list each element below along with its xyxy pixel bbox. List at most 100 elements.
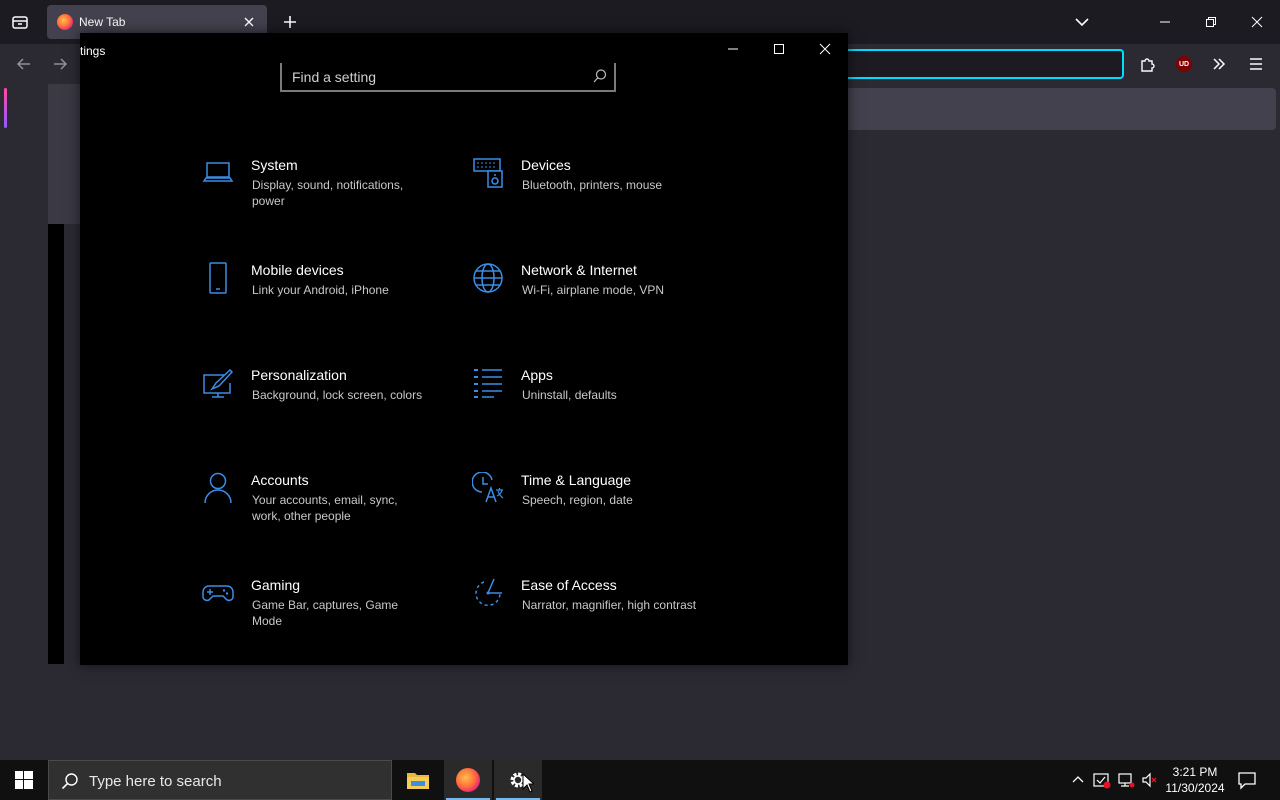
gamepad-icon: [202, 585, 234, 602]
app-menu-button[interactable]: [1244, 52, 1268, 76]
notification-icon: [1238, 772, 1256, 790]
keyboard-speaker-icon: [473, 158, 503, 188]
tray-volume-button[interactable]: [1140, 770, 1160, 790]
category-network-internet[interactable]: Network & Internet Wi-Fi, airplane mode,…: [472, 262, 722, 342]
category-ease-of-access[interactable]: Ease of Access Narrator, magnifier, high…: [472, 577, 722, 657]
category-accounts[interactable]: Accounts Your accounts, email, sync, wor…: [202, 472, 452, 552]
background-window-panel: [48, 224, 64, 664]
taskbar: Type here to search 3:21 PM 11/30/2024: [0, 760, 1280, 800]
category-name: Gaming: [251, 577, 301, 593]
category-description: Wi-Fi, airplane mode, VPN: [522, 283, 665, 297]
tray-security-button[interactable]: [1092, 770, 1112, 790]
browser-restore-button[interactable]: [1188, 0, 1234, 44]
taskbar-clock[interactable]: 3:21 PM 11/30/2024: [1162, 764, 1228, 796]
network-icon: [1118, 773, 1135, 788]
folder-icon: [407, 773, 429, 789]
category-personalization[interactable]: Personalization Background, lock screen,…: [202, 367, 452, 447]
back-button[interactable]: [12, 52, 36, 76]
category-time-language[interactable]: Time & Language Speech, region, date: [472, 472, 722, 552]
start-button[interactable]: [0, 760, 48, 800]
back-arrow-icon: [16, 58, 30, 70]
settings-maximize-button[interactable]: [756, 33, 802, 65]
category-description: Display, sound, notifications, power: [252, 178, 404, 208]
category-description: Narrator, magnifier, high contrast: [522, 598, 697, 612]
extensions-button[interactable]: [1136, 52, 1160, 76]
browser-minimize-button[interactable]: [1142, 0, 1188, 44]
category-name: Accounts: [251, 472, 309, 488]
taskbar-firefox[interactable]: [444, 760, 492, 800]
search-tiles-area: [846, 88, 1276, 130]
category-name: System: [251, 157, 298, 173]
url-bar[interactable]: [846, 49, 1124, 79]
new-tab-icon[interactable]: [278, 10, 302, 34]
category-name: Network & Internet: [521, 262, 637, 278]
category-name: Mobile devices: [251, 262, 344, 278]
hamburger-icon: [1250, 58, 1262, 70]
minimize-icon: [728, 48, 738, 50]
settings-window-title: tings: [80, 44, 106, 58]
settings-window: tings System Display, sound, notificatio…: [80, 33, 848, 665]
category-apps[interactable]: Apps Uninstall, defaults: [472, 367, 722, 447]
close-tab-icon[interactable]: [241, 14, 257, 30]
firefox-view-icon: [12, 16, 28, 29]
find-setting-input[interactable]: [292, 67, 582, 87]
minimize-icon: [1160, 21, 1170, 23]
mouse-cursor-icon: [522, 773, 534, 793]
forward-button[interactable]: [48, 52, 72, 76]
category-devices[interactable]: Devices Bluetooth, printers, mouse: [472, 157, 722, 237]
firefox-favicon-icon: [57, 14, 73, 30]
category-description: Game Bar, captures, Game Mode: [252, 598, 399, 628]
taskbar-settings[interactable]: [494, 760, 542, 800]
list-all-tabs-icon[interactable]: [1070, 10, 1094, 34]
category-name: Time & Language: [521, 472, 631, 488]
globe-icon: [473, 263, 503, 293]
taskbar-search-box[interactable]: Type here to search: [48, 760, 392, 800]
firefox-view-button[interactable]: [4, 6, 36, 38]
category-description: Uninstall, defaults: [522, 388, 617, 402]
category-name: Personalization: [251, 367, 347, 383]
category-description: Link your Android, iPhone: [252, 283, 389, 297]
category-description: Background, lock screen, colors: [252, 388, 423, 402]
clock-time: 3:21 PM: [1172, 765, 1218, 779]
forward-arrow-icon: [54, 58, 68, 70]
taskbar-search-placeholder: Type here to search: [89, 773, 222, 790]
category-name: Ease of Access: [521, 577, 617, 593]
background-window-strip: [48, 84, 80, 224]
overflow-menu-button[interactable]: [1207, 52, 1231, 76]
category-system[interactable]: System Display, sound, notifications, po…: [202, 157, 452, 237]
person-icon: [204, 472, 232, 504]
tab-title: New Tab: [79, 15, 126, 29]
close-icon: [819, 43, 831, 55]
volume-muted-icon: [1142, 772, 1157, 788]
maximize-icon: [774, 44, 784, 54]
find-setting-search[interactable]: [280, 63, 616, 92]
windows-logo-icon: [15, 771, 33, 789]
sidebar-accent: [4, 88, 7, 128]
category-gaming[interactable]: Gaming Game Bar, captures, Game Mode: [202, 577, 452, 657]
paint-icon: [203, 368, 234, 398]
laptop-icon: [202, 162, 234, 182]
restore-icon: [1206, 17, 1216, 27]
taskbar-file-explorer[interactable]: [394, 760, 442, 800]
firefox-icon: [456, 768, 480, 792]
security-warning-icon: [1093, 773, 1111, 789]
settings-close-button[interactable]: [802, 33, 848, 65]
search-icon: [61, 773, 78, 790]
show-hidden-icons-button[interactable]: [1068, 770, 1088, 790]
chevron-up-icon: [1072, 776, 1084, 783]
puzzle-icon: [1141, 58, 1155, 72]
browser-close-button[interactable]: [1234, 0, 1280, 44]
apps-list-icon: [474, 369, 502, 398]
tray-network-button[interactable]: [1116, 770, 1136, 790]
category-name: Apps: [521, 367, 553, 383]
phone-icon: [209, 262, 227, 294]
category-description: Bluetooth, printers, mouse: [522, 178, 663, 192]
clock-date: 11/30/2024: [1165, 781, 1225, 795]
category-description: Speech, region, date: [522, 493, 633, 507]
category-description: Your accounts, email, sync, work, other …: [252, 493, 398, 523]
action-center-button[interactable]: [1234, 768, 1260, 792]
category-mobile-devices[interactable]: Mobile devices Link your Android, iPhone: [202, 262, 452, 342]
settings-minimize-button[interactable]: [710, 33, 756, 65]
search-icon: [593, 69, 607, 83]
ublock-origin-button[interactable]: UD: [1172, 52, 1196, 76]
